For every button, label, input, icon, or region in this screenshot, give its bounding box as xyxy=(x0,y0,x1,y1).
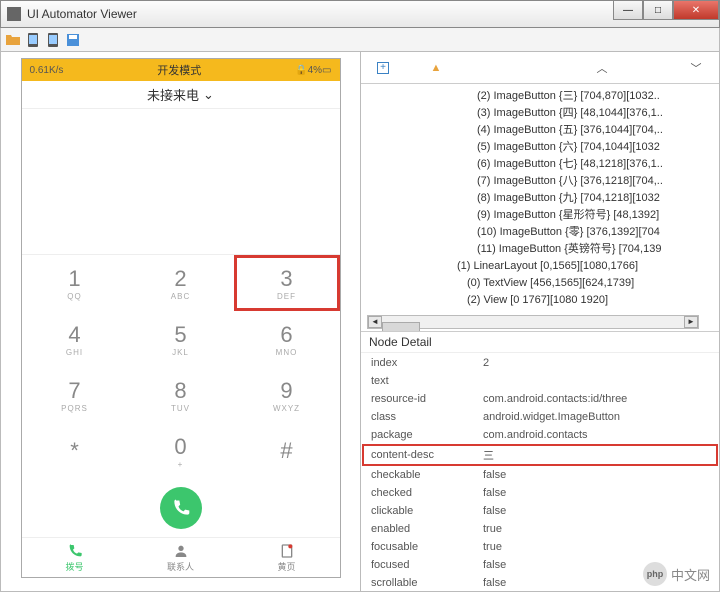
dial-key-8[interactable]: 8TUV xyxy=(128,367,234,423)
page-title: 未接来电 xyxy=(147,85,199,104)
tree-node[interactable]: (7) ImageButton {八} [376,1218][704,.. xyxy=(367,173,713,190)
detail-row-checkable[interactable]: checkablefalse xyxy=(363,467,717,483)
dial-key-0[interactable]: 0+ xyxy=(128,423,234,479)
detail-row-content-desc[interactable]: content-desc三 xyxy=(363,445,717,465)
detail-row-text[interactable]: text xyxy=(363,373,717,389)
window-title: UI Automator Viewer xyxy=(27,7,613,21)
toolbar xyxy=(0,28,720,52)
maximize-button[interactable]: □ xyxy=(643,0,673,20)
tree-node[interactable]: (10) ImageButton {零} [376,1392][704 xyxy=(367,224,713,241)
detail-row-checked[interactable]: checkedfalse xyxy=(363,485,717,501)
dial-key-2[interactable]: 2ABC xyxy=(128,255,234,311)
dial-key-6[interactable]: 6MNO xyxy=(234,311,340,367)
node-detail-panel: Node Detail index2 text resource-idcom.and… xyxy=(361,331,719,591)
dial-key-3[interactable]: 3DEF xyxy=(234,255,340,311)
window-titlebar: UI Automator Viewer — □ ✕ xyxy=(0,0,720,28)
dial-key-5[interactable]: 5JKL xyxy=(128,311,234,367)
dial-key-*[interactable]: * xyxy=(22,423,128,479)
horizontal-scrollbar[interactable]: ◄► xyxy=(367,315,699,329)
dial-key-1[interactable]: 1QQ xyxy=(22,255,128,311)
status-bar: 0.61K/s 开发模式 🔒 4% ▭ xyxy=(22,59,340,81)
tree-node[interactable]: (6) ImageButton {七} [48,1218][376,1.. xyxy=(367,156,713,173)
open-icon[interactable] xyxy=(5,32,21,48)
dial-pad: 1QQ2ABC3DEF 4GHI5JKL6MNO 7PQRS8TUV9WXYZ *0+… xyxy=(22,254,340,479)
detail-header: Node Detail xyxy=(361,332,719,353)
nav-up-icon[interactable]: ︿ xyxy=(595,61,609,75)
dial-key-4[interactable]: 4GHI xyxy=(22,311,128,367)
page-title-row: 未接来电 ⌄ xyxy=(22,81,340,109)
tree-node[interactable]: (2) View [0 1767][1080 1920] xyxy=(367,292,713,309)
detail-row-focusable[interactable]: focusabletrue xyxy=(363,539,717,555)
status-speed: 0.61K/s xyxy=(30,65,64,76)
warning-icon[interactable]: ▲ xyxy=(429,61,443,75)
device2-icon[interactable] xyxy=(45,32,61,48)
watermark: php 中文网 xyxy=(643,562,710,586)
tree-node[interactable]: (3) ImageButton {四} [48,1044][376,1.. xyxy=(367,105,713,122)
php-logo-icon: php xyxy=(643,562,667,586)
tree-node[interactable]: (8) ImageButton {九} [704,1218][1032 xyxy=(367,190,713,207)
status-battery: 4% xyxy=(308,65,322,76)
tab-1[interactable]: 联系人 xyxy=(128,538,234,577)
screenshot-pane: 0.61K/s 开发模式 🔒 4% ▭ 未接来电 ⌄ 1QQ2ABC3DEF 4G… xyxy=(1,52,361,591)
dial-key-7[interactable]: 7PQRS xyxy=(22,367,128,423)
dial-key-9[interactable]: 9WXYZ xyxy=(234,367,340,423)
bottom-tabs: 拨号联系人黄页 xyxy=(22,537,340,577)
detail-row-index[interactable]: index2 xyxy=(363,355,717,371)
detail-row-clickable[interactable]: clickablefalse xyxy=(363,503,717,519)
close-button[interactable]: ✕ xyxy=(673,0,719,20)
detail-row-enabled[interactable]: enabledtrue xyxy=(363,521,717,537)
phone-icon xyxy=(171,498,191,518)
status-mode: 开发模式 xyxy=(63,62,295,78)
device-screenshot: 0.61K/s 开发模式 🔒 4% ▭ 未接来电 ⌄ 1QQ2ABC3DEF 4G… xyxy=(21,58,341,578)
save-icon[interactable] xyxy=(65,32,81,48)
tab-0[interactable]: 拨号 xyxy=(22,538,128,577)
tree-node[interactable]: (2) ImageButton {三} [704,870][1032.. xyxy=(367,88,713,105)
detail-table: index2 text resource-idcom.android.contact… xyxy=(361,353,719,591)
tree-node[interactable]: (5) ImageButton {六} [704,1044][1032 xyxy=(367,139,713,156)
device-icon[interactable] xyxy=(25,32,41,48)
detail-row-resource-id[interactable]: resource-idcom.android.contacts:id/three xyxy=(363,391,717,407)
detail-row-class[interactable]: classandroid.widget.ImageButton xyxy=(363,409,717,425)
expand-icon[interactable]: + xyxy=(377,62,389,74)
minimize-button[interactable]: — xyxy=(613,0,643,20)
tree-node[interactable]: (11) ImageButton {英镑符号} [704,139 xyxy=(367,241,713,258)
nav-down-icon[interactable]: ﹀ xyxy=(689,61,703,75)
detail-row-package[interactable]: packagecom.android.contacts xyxy=(363,427,717,443)
tree-node[interactable]: (4) ImageButton {五} [376,1044][704,.. xyxy=(367,122,713,139)
tab-2[interactable]: 黄页 xyxy=(234,538,340,577)
tree-node[interactable]: (9) ImageButton {星形符号} [48,1392] xyxy=(367,207,713,224)
app-icon xyxy=(7,7,21,21)
hierarchy-tree[interactable]: (2) ImageButton {三} [704,870][1032..(3) … xyxy=(361,84,719,331)
watermark-text: 中文网 xyxy=(671,565,710,584)
chevron-down-icon: ⌄ xyxy=(203,87,214,103)
dial-key-#[interactable]: # xyxy=(234,423,340,479)
call-button[interactable] xyxy=(160,487,202,529)
tree-toolbar: + ▲ ︿ ﹀ xyxy=(361,52,719,84)
tree-node[interactable]: (1) LinearLayout [0,1565][1080,1766] xyxy=(367,258,713,275)
tree-node[interactable]: (0) TextView [456,1565][624,1739] xyxy=(367,275,713,292)
